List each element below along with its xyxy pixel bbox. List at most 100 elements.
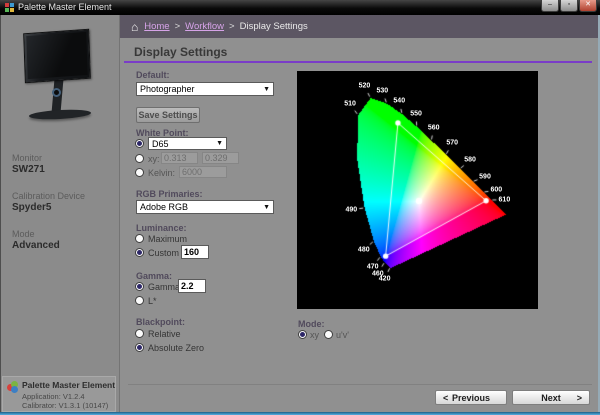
rgb-primaries-select[interactable]: Adobe RGB ▼ [136,200,274,214]
wavelength-label-510: 510 [344,101,356,108]
window-controls: – ▫ ✕ [540,0,597,12]
chevron-right-icon: > [577,393,582,403]
save-settings-button[interactable]: Save Settings [136,107,200,123]
minimize-button[interactable]: – [541,0,559,12]
mode-uv-radio[interactable] [324,330,333,339]
wavelength-label-610: 610 [499,196,511,203]
mode-uv-label: u'v' [336,330,349,340]
wavelength-label-490: 490 [345,206,357,213]
app-name: Palette Master Element [22,380,115,390]
luminance-maximum-radio[interactable] [135,234,144,243]
maximize-button[interactable]: ▫ [560,0,578,12]
app-window: Palette Master Element – ▫ ✕ Monitor SW2… [0,0,600,415]
calibrator-version: Calibrator: V1.3.1 (10147) [22,401,108,410]
previous-button[interactable]: < Previous [435,390,507,405]
palette-logo-icon [7,381,19,393]
xy-x-field[interactable] [161,152,198,164]
white-point-d65-value: D65 [152,139,169,149]
monitor-screen [23,29,91,84]
breadcrumb-current: Display Settings [240,21,308,32]
gamma-lstar-radio[interactable] [135,296,144,305]
white-point-d65-select[interactable]: D65 ▼ [148,137,227,150]
wavelength-label-570: 570 [446,140,458,147]
blackpoint-label: Blackpoint: [136,317,185,327]
wavelength-label-460: 460 [372,270,384,277]
version-info-box: Palette Master Element Application: V1.2… [2,376,116,412]
luminance-maximum-label: Maximum [148,234,187,244]
gamma-field[interactable] [178,279,206,293]
breadcrumb-home-link[interactable]: Home [144,21,169,32]
monitor-value: SW271 [12,164,45,175]
app-logo-icon [5,3,14,12]
calibration-device-label: Calibration Device [12,191,85,201]
home-icon[interactable]: ⌂ [131,21,138,33]
content-area: Display Settings Default: Photographer ▼… [120,38,598,412]
blackpoint-relative-radio[interactable] [135,329,144,338]
wavelength-label-550: 550 [410,110,422,117]
monitor-illustration [12,25,108,137]
blackpoint-relative-label: Relative [148,329,181,339]
breadcrumb: ⌂ Home > Workflow > Display Settings [120,15,600,38]
monitor-label: Monitor [12,153,42,163]
page-title: Display Settings [134,45,227,59]
white-point-xy-radio[interactable] [135,154,144,163]
chevron-down-icon: ▼ [263,204,270,211]
xy-y-field[interactable] [202,152,239,164]
cie-chromaticity-panel: 4204604704804905105205305405505605705805… [297,71,538,309]
wavelength-label-560: 560 [428,124,440,131]
diagram-mode-label: Mode: [298,319,325,329]
luminance-custom-field[interactable] [181,245,209,259]
chevron-down-icon: ▼ [263,86,270,93]
chevron-left-icon: < [443,393,448,403]
calibration-device-value: Spyder5 [12,202,51,213]
blackpoint-absolute-radio[interactable] [135,343,144,352]
default-label: Default: [136,70,170,80]
default-select[interactable]: Photographer ▼ [136,82,274,96]
monitor-base [29,108,91,120]
mode-label: Mode [12,229,35,239]
next-button-label: Next [541,393,561,403]
wavelength-label-580: 580 [464,157,476,164]
gamma-lstar-label: L* [148,296,157,306]
next-button[interactable]: Next > [512,390,590,405]
wavelength-label-530: 530 [377,87,389,94]
monitor-stand-hole [52,88,61,97]
application-version: Application: V1.2.4 [22,392,85,401]
default-select-value: Photographer [140,84,195,94]
chevron-down-icon: ▼ [216,140,223,147]
white-point-d65-radio[interactable] [135,139,144,148]
titlebar: Palette Master Element – ▫ ✕ [0,0,600,15]
luminance-custom-radio[interactable] [135,248,144,257]
white-point-xy-label: xy: [148,154,160,164]
mode-xy-label: xy [310,330,319,340]
white-point-kelvin-label: Kelvin: [148,168,175,178]
rgb-primaries-value: Adobe RGB [140,202,188,212]
window-title: Palette Master Element [18,3,112,12]
wavelength-label-480: 480 [358,246,370,253]
wavelength-label-520: 520 [359,82,371,89]
heading-underline [124,61,592,63]
mode-value: Advanced [12,240,60,251]
wavelength-label-590: 590 [479,173,491,180]
sidebar: Monitor SW271 Calibration Device Spyder5… [0,15,120,412]
mode-xy-radio[interactable] [298,330,307,339]
wavelength-label-540: 540 [393,98,405,105]
footer-divider [128,384,592,385]
breadcrumb-workflow-link[interactable]: Workflow [185,21,224,32]
rgb-primaries-label: RGB Primaries: [136,189,203,199]
luminance-custom-label: Custom [148,248,179,258]
close-button[interactable]: ✕ [579,0,597,12]
kelvin-field[interactable] [179,166,227,178]
gamma-label: Gamma: [136,271,172,281]
gamma-value-radio[interactable] [135,282,144,291]
gamma-radio-label: Gamma [148,282,180,292]
luminance-label: Luminance: [136,223,187,233]
blackpoint-absolute-label: Absolute Zero [148,343,204,353]
wavelength-label-600: 600 [490,187,502,194]
breadcrumb-separator: > [175,21,181,32]
window-border-left [0,15,1,412]
wavelength-label-470: 470 [367,264,379,271]
white-point-kelvin-radio[interactable] [135,168,144,177]
previous-button-label: Previous [452,393,490,403]
breadcrumb-separator: > [229,21,235,32]
